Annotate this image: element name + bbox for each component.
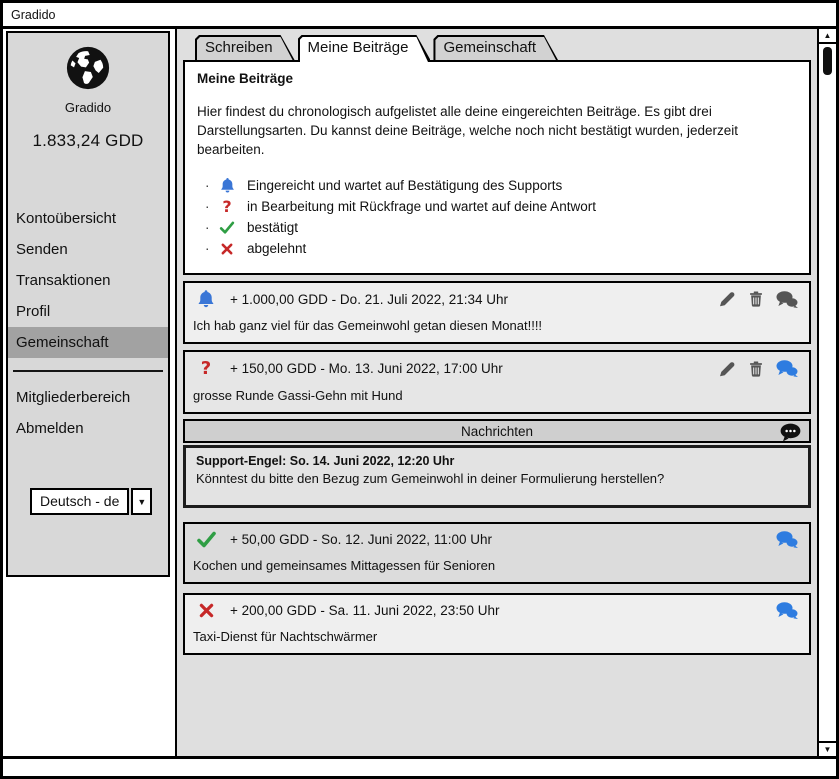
- edit-button[interactable]: [717, 359, 737, 379]
- chat-button[interactable]: [775, 359, 799, 378]
- status-legend: · Eingereicht und wartet auf Bestätigung…: [205, 175, 797, 259]
- sidebar-item-transaktionen[interactable]: Transaktionen: [8, 265, 168, 296]
- sidebar-secondary-nav: Mitgliederbereich Abmelden: [8, 382, 168, 444]
- chat-button[interactable]: [775, 601, 799, 620]
- sidebar: Gradido 1.833,24 GDD Kontoübersicht Send…: [6, 31, 170, 577]
- x-icon: [215, 242, 239, 256]
- app-window: Gradido Gradido: [0, 0, 839, 779]
- bell-icon: [215, 177, 239, 194]
- sidebar-item-profil[interactable]: Profil: [8, 296, 168, 327]
- language-select[interactable]: Deutsch - de ▼: [30, 488, 152, 515]
- messages-section: Nachrichten Support-Engel: So. 14. Juni …: [183, 419, 811, 508]
- legend-item-rueckfrage: · ? in Bearbeitung mit Rückfrage und war…: [205, 196, 797, 217]
- chat-button[interactable]: [775, 290, 799, 309]
- intro-panel: Meine Beiträge Hier findest du chronolog…: [183, 60, 811, 275]
- entry-description: grosse Runde Gassi-Gehn mit Hund: [191, 388, 803, 403]
- logo-wrap: Gradido: [8, 45, 168, 115]
- bell-icon: [194, 289, 218, 309]
- window-titlebar: Gradido: [3, 3, 836, 29]
- contribution-entry: + 200,00 GDD - Sa. 11. Juni 2022, 23:50 …: [183, 593, 811, 655]
- globe-icon: [65, 78, 111, 95]
- entry-description: Kochen und gemeinsames Mittagessen für S…: [191, 558, 803, 573]
- edit-button[interactable]: [717, 289, 737, 309]
- messages-header: Nachrichten: [183, 419, 811, 443]
- delete-button[interactable]: [747, 359, 765, 379]
- sidebar-divider: [13, 370, 163, 372]
- chat-button[interactable]: [775, 530, 799, 549]
- tab-gemeinschaft[interactable]: Gemeinschaft: [433, 35, 558, 60]
- legend-item-abgelehnt: · abgelehnt: [205, 238, 797, 259]
- sidebar-item-kontouebersicht[interactable]: Kontoübersicht: [8, 203, 168, 234]
- page-title: Meine Beiträge: [197, 71, 797, 86]
- messages-header-label: Nachrichten: [461, 424, 533, 439]
- entry-header-line: + 1.000,00 GDD - Do. 21. Juli 2022, 21:3…: [230, 292, 508, 307]
- entry-header-line: + 50,00 GDD - So. 12. Juni 2022, 11:00 U…: [230, 532, 492, 547]
- window-bottom-bar: [3, 756, 836, 776]
- entry-header-line: + 200,00 GDD - Sa. 11. Juni 2022, 23:50 …: [230, 603, 500, 618]
- tab-schreiben[interactable]: Schreiben: [195, 35, 295, 60]
- message-body: Könntest du bitte den Bezug zum Gemeinwo…: [196, 471, 798, 486]
- sidebar-item-gemeinschaft[interactable]: Gemeinschaft: [8, 327, 168, 358]
- message-title: Support-Engel: So. 14. Juni 2022, 12:20 …: [196, 454, 798, 468]
- check-icon: [194, 531, 218, 549]
- contribution-entry: + 50,00 GDD - So. 12. Juni 2022, 11:00 U…: [183, 522, 811, 584]
- question-icon: ?: [194, 358, 218, 379]
- contribution-entry: ? + 150,00 GDD - Mo. 13. Juni 2022, 17:0…: [183, 350, 811, 414]
- chat-dots-icon[interactable]: [778, 422, 803, 446]
- logo-label: Gradido: [8, 100, 168, 115]
- entry-description: Taxi-Dienst für Nachtschwärmer: [191, 629, 803, 644]
- sidebar-column: Gradido 1.833,24 GDD Kontoübersicht Send…: [3, 29, 175, 756]
- scrollbar-thumb[interactable]: [823, 47, 832, 75]
- balance-amount: 1.833,24 GDD: [8, 131, 168, 151]
- sidebar-item-abmelden[interactable]: Abmelden: [8, 413, 168, 444]
- content-area: Schreiben Meine Beiträge Gemeinschaft Me…: [175, 29, 817, 756]
- question-icon: ?: [215, 197, 239, 216]
- window-title: Gradido: [11, 8, 55, 22]
- intro-text: Hier findest du chronologisch aufgeliste…: [197, 102, 797, 159]
- chevron-down-icon[interactable]: ▼: [131, 488, 152, 515]
- tab-bar: Schreiben Meine Beiträge Gemeinschaft: [177, 35, 817, 60]
- entry-header-line: + 150,00 GDD - Mo. 13. Juni 2022, 17:00 …: [230, 361, 503, 376]
- sidebar-item-mitgliederbereich[interactable]: Mitgliederbereich: [8, 382, 168, 413]
- tab-meine-beitraege[interactable]: Meine Beiträge: [298, 35, 431, 60]
- language-select-value[interactable]: Deutsch - de: [30, 488, 129, 515]
- legend-item-bestaetigt: · bestätigt: [205, 217, 797, 238]
- contribution-entry: + 1.000,00 GDD - Do. 21. Juli 2022, 21:3…: [183, 281, 811, 344]
- x-icon: [194, 602, 218, 619]
- sidebar-item-senden[interactable]: Senden: [8, 234, 168, 265]
- check-icon: [215, 221, 239, 235]
- delete-button[interactable]: [747, 289, 765, 309]
- scroll-up-icon[interactable]: ▲: [819, 29, 836, 44]
- legend-item-eingereicht: · Eingereicht und wartet auf Bestätigung…: [205, 175, 797, 196]
- vertical-scrollbar[interactable]: ▲ ▼: [817, 29, 836, 756]
- main-area: Gradido 1.833,24 GDD Kontoübersicht Send…: [3, 29, 836, 756]
- scroll-down-icon[interactable]: ▼: [819, 741, 836, 756]
- sidebar-nav: Kontoübersicht Senden Transaktionen Prof…: [8, 203, 168, 358]
- support-message: Support-Engel: So. 14. Juni 2022, 12:20 …: [183, 445, 811, 508]
- entry-description: Ich hab ganz viel für das Gemeinwohl get…: [191, 318, 803, 333]
